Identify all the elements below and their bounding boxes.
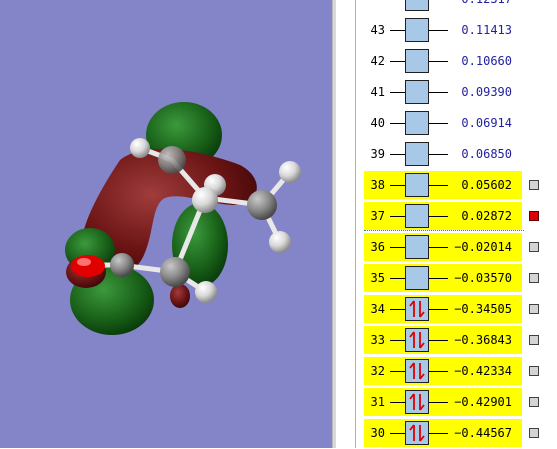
mo-row[interactable]: 30 −0.44567 (356, 418, 557, 449)
mo-row[interactable]: 31 −0.42901 (356, 387, 557, 418)
mo-energy-list[interactable]: 0.12317 43 0.11413 42 0.10660 41 0.09390 40 0.06… (356, 0, 557, 448)
mo-number: 43 (370, 23, 385, 37)
mo-number: 39 (370, 147, 385, 161)
mo-row[interactable]: 41 0.09390 (356, 77, 557, 108)
gutter (336, 0, 356, 448)
mo-number: 37 (370, 209, 385, 223)
orbital-box[interactable] (405, 235, 429, 259)
mo-energy: −0.02014 (454, 240, 512, 254)
mo-row[interactable]: 35 −0.03570 (356, 263, 557, 294)
mo-row[interactable]: 39 0.06850 (356, 139, 557, 170)
mo-row[interactable]: 37 0.02872 (356, 201, 557, 232)
mo-energy: −0.34505 (454, 302, 512, 316)
mo-row[interactable]: 36 −0.02014 (356, 232, 557, 263)
mo-energy: 0.02872 (461, 209, 512, 223)
carbon-atom[interactable] (110, 253, 134, 277)
oxygen-atom[interactable] (71, 255, 105, 277)
molecule-viewer[interactable] (0, 0, 332, 448)
hydrogen-atom[interactable] (269, 231, 291, 253)
spin-pair-arrows-icon (409, 424, 425, 442)
orbital-lobe-red-small (170, 284, 190, 308)
mo-number: 38 (370, 178, 385, 192)
hydrogen-atom[interactable] (130, 138, 150, 158)
mo-number: 30 (370, 426, 385, 440)
orbital-box[interactable] (405, 173, 429, 197)
mo-number: 42 (370, 54, 385, 68)
mo-number: 40 (370, 116, 385, 130)
mo-energy: 0.10660 (461, 54, 512, 68)
selection-square-icon[interactable] (529, 273, 539, 283)
selection-square-icon[interactable] (529, 428, 539, 438)
selection-square-icon[interactable] (529, 242, 539, 252)
mo-energy: 0.11413 (461, 23, 512, 37)
carbon-atom[interactable] (158, 146, 186, 174)
mo-row[interactable]: 42 0.10660 (356, 46, 557, 77)
mo-number: 35 (370, 271, 385, 285)
spin-pair-arrows-icon (409, 331, 425, 349)
mo-energy: 0.06850 (461, 147, 512, 161)
orbital-box[interactable] (405, 297, 429, 321)
mo-energy: 0.09390 (461, 85, 512, 99)
mo-row[interactable]: 43 0.11413 (356, 15, 557, 46)
mo-number (365, 0, 385, 15)
oxygen-atom-highlight (77, 258, 91, 266)
hydrogen-atom[interactable] (195, 281, 217, 303)
mo-energy: −0.36843 (454, 333, 512, 347)
orbital-box[interactable] (405, 390, 429, 414)
selection-square-icon[interactable] (529, 180, 539, 190)
selection-square-icon[interactable] (529, 211, 539, 221)
selection-square-icon[interactable] (529, 335, 539, 345)
mo-number: 34 (370, 302, 385, 316)
mo-row[interactable]: 40 0.06914 (356, 108, 557, 139)
mo-energy: 0.12317 (448, 0, 512, 15)
selection-square-icon[interactable] (529, 304, 539, 314)
mo-number: 31 (370, 395, 385, 409)
orbital-box[interactable] (405, 142, 429, 166)
orbital-box[interactable] (405, 421, 429, 445)
mo-energy: 0.06914 (461, 116, 512, 130)
homo-lumo-divider (364, 230, 524, 231)
orbital-box[interactable] (405, 18, 429, 42)
selection-square-icon[interactable] (529, 366, 539, 376)
mo-number: 36 (370, 240, 385, 254)
carbon-atom[interactable] (247, 190, 277, 220)
hydrogen-atom[interactable] (279, 161, 301, 183)
carbon-atom[interactable] (160, 257, 190, 287)
mo-row[interactable]: 34 −0.34505 (356, 294, 557, 325)
mo-row[interactable]: 32 −0.42334 (356, 356, 557, 387)
molecule-3d-view[interactable] (0, 0, 332, 448)
mo-energy: −0.42334 (454, 364, 512, 378)
mo-energy: −0.03570 (454, 271, 512, 285)
carbon-atom[interactable] (192, 187, 218, 213)
orbital-box[interactable] (405, 0, 429, 11)
selection-square-icon[interactable] (529, 397, 539, 407)
mo-number: 32 (370, 364, 385, 378)
orbital-box[interactable] (405, 49, 429, 73)
mo-row[interactable]: 38 0.05602 (356, 170, 557, 201)
orbital-box[interactable] (405, 359, 429, 383)
orbital-box[interactable] (405, 204, 429, 228)
mo-number: 33 (370, 333, 385, 347)
orbital-box[interactable] (405, 111, 429, 135)
mo-number: 41 (370, 85, 385, 99)
mo-energy: −0.44567 (454, 426, 512, 440)
spin-pair-arrows-icon (409, 393, 425, 411)
spin-pair-arrows-icon (409, 362, 425, 380)
orbital-box[interactable] (405, 328, 429, 352)
mo-row[interactable]: 33 −0.36843 (356, 325, 557, 356)
mo-energy: 0.05602 (461, 178, 512, 192)
mo-row[interactable]: 0.12317 (356, 0, 557, 15)
orbital-box[interactable] (405, 80, 429, 104)
mo-energy: −0.42901 (454, 395, 512, 409)
orbital-box[interactable] (405, 266, 429, 290)
spin-pair-arrows-icon (409, 300, 425, 318)
